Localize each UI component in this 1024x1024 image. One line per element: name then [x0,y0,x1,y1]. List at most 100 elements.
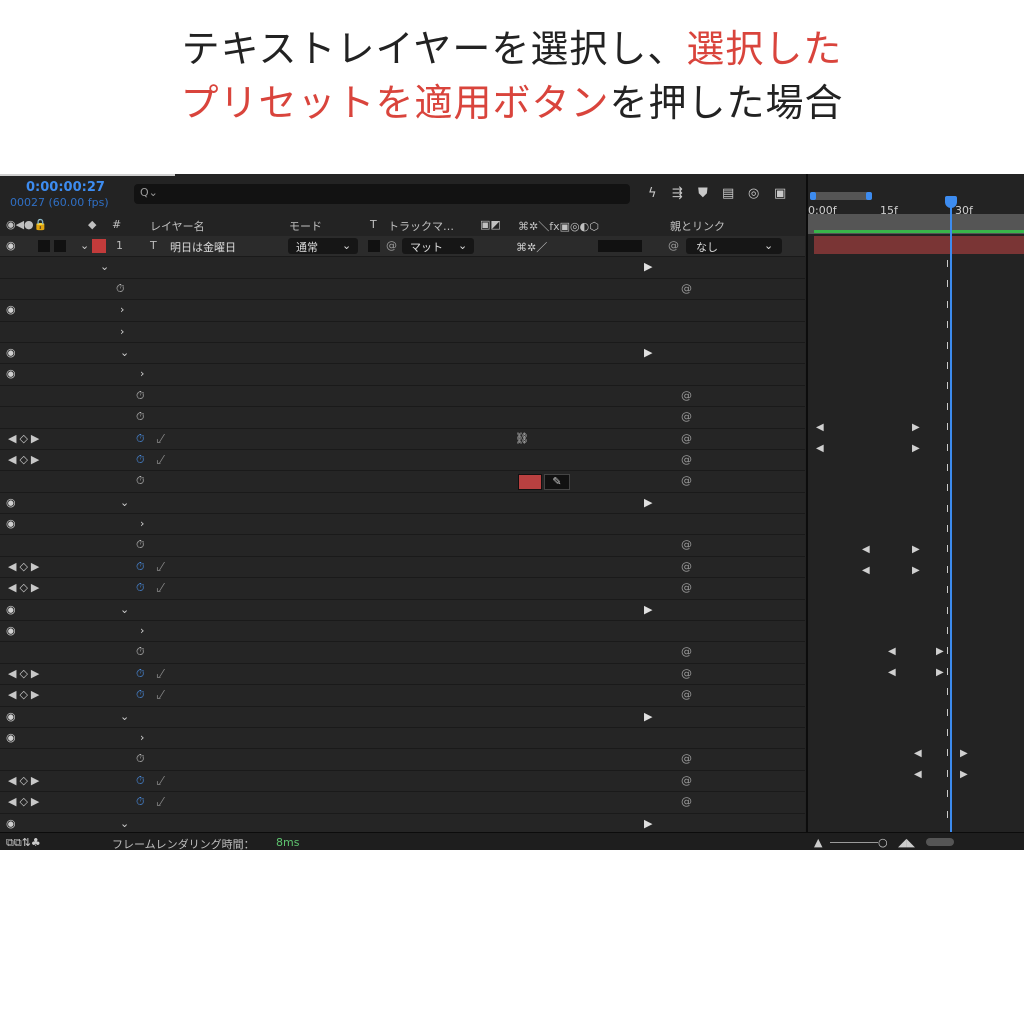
chevron-down-icon[interactable]: ⌄ [120,496,129,509]
keyframe-icon[interactable]: ▶ [960,748,968,759]
pick-whip-icon[interactable]: @ [668,239,679,252]
keyframe-navigator-icon[interactable]: ◀◇▶ [8,453,42,466]
stopwatch-icon[interactable]: ⏱ [136,538,145,552]
stopwatch-icon[interactable]: ⏱ [136,474,145,488]
toggle-switches-icon[interactable]: ⧉⧉⇅♣ [6,836,41,850]
property-row[interactable]: ◀◇▶ ⏱ ⌞⁄ @ [0,663,805,686]
pick-whip-icon[interactable]: @ [681,645,692,658]
chevron-down-icon[interactable]: ⌄ [120,817,129,830]
playhead-handle[interactable] [945,196,957,208]
chevron-right-icon[interactable]: › [140,517,144,530]
lock-box[interactable] [54,240,66,252]
property-row[interactable]: ◀◇▶ ⏱ ⌞⁄ @ [0,556,805,579]
constrain-link-icon[interactable]: ⛓ [515,432,529,445]
chevron-down-icon[interactable]: ⌄ [80,239,89,252]
zoom-slider-handle[interactable]: ○ [878,836,888,849]
zoom-out-icon[interactable]: ▲ [814,836,822,849]
pick-whip-icon[interactable]: @ [681,667,692,680]
chevron-down-icon[interactable]: ⌄ [120,710,129,723]
chevron-right-icon[interactable]: › [120,325,124,338]
pick-whip-icon[interactable]: @ [681,538,692,551]
color-swatch[interactable] [518,474,542,491]
chevron-right-icon[interactable]: › [140,731,144,744]
eye-icon[interactable]: ◉ [6,303,16,316]
property-row[interactable]: ◀◇▶ ⏱ ⌞⁄ @ [0,449,805,472]
keyframe-icon[interactable]: ▶ [936,667,944,678]
pick-whip-icon[interactable]: @ [681,282,692,295]
stopwatch-active-icon[interactable]: ⏱ [136,581,145,595]
pick-whip-icon[interactable]: @ [681,410,692,423]
keyframe-icon[interactable]: ◀ [816,443,824,454]
stopwatch-active-icon[interactable]: ⏱ [136,774,145,788]
chevron-down-icon[interactable]: ⌄ [120,603,129,616]
graph-icon[interactable]: ⌞⁄ [156,774,163,787]
property-row[interactable]: ⏱ @ [0,407,805,429]
pick-whip-icon[interactable]: @ [681,774,692,787]
stopwatch-active-icon[interactable]: ⏱ [136,560,145,574]
stopwatch-icon[interactable]: ⏱ [136,752,145,766]
label-icon[interactable]: ◆ [88,218,96,231]
eyedropper-icon[interactable]: ✎ [544,474,570,491]
property-row[interactable]: ◉ ⌄ ▶ [0,706,805,728]
pick-whip-icon[interactable]: @ [681,688,692,701]
property-row[interactable]: ⏱ @ [0,385,805,408]
property-row[interactable]: ◉ ⌄ ▶ [0,342,805,365]
stopwatch-icon[interactable]: ⏱ [116,282,125,296]
eye-icon[interactable]: ◉ [6,239,16,252]
property-row[interactable]: ◉› [0,300,805,322]
motion-blur-icon[interactable]: ▤ [722,186,734,201]
property-row[interactable]: ◀◇▶ ⏱ ⌞⁄ @ [0,770,805,793]
stopwatch-icon[interactable]: ⏱ [136,389,145,403]
current-time[interactable]: 0:00:00:27 [26,180,105,195]
keyframe-icon[interactable]: ◀ [888,646,896,657]
solo-box[interactable] [38,240,50,252]
graph-icon[interactable]: ⌞⁄ [156,432,163,445]
draft-3d-icon[interactable]: ϟ [648,186,657,201]
keyframe-navigator-icon[interactable]: ◀◇▶ [8,688,42,701]
stopwatch-active-icon[interactable]: ⏱ [136,453,145,467]
pick-whip-icon[interactable]: @ [681,453,692,466]
keyframe-icon[interactable]: ◀ [914,748,922,759]
chevron-right-icon[interactable]: › [140,367,144,380]
navigator-start-handle[interactable] [810,192,816,200]
chevron-right-icon[interactable]: › [140,624,144,637]
property-row[interactable]: › [0,321,805,343]
timeline-area[interactable]: 0:00f 15f 30f I I I I I I I I I ◀ ▶ I ◀ ▶ I I I I I ◀ ▶ I ◀ ▶ I I… [806,174,1024,850]
graph-icon[interactable]: ⌞⁄ [156,688,163,701]
property-row[interactable]: ⌄ ▶ [0,257,805,279]
add-menu-button[interactable]: ▶ [644,817,652,830]
layer-duration-bar[interactable] [814,236,1024,254]
property-row[interactable]: ⏱ ✎ @ [0,471,805,493]
stopwatch-active-icon[interactable]: ⏱ [136,688,145,702]
playhead-line[interactable] [950,196,952,836]
property-row[interactable]: ◀◇▶ ⏱ ⌞⁄ @ [0,792,805,814]
stopwatch-active-icon[interactable]: ⏱ [136,667,145,681]
keyframe-navigator-icon[interactable]: ◀◇▶ [8,667,42,680]
add-menu-button[interactable]: ▶ [644,496,652,509]
stopwatch-icon[interactable]: ⏱ [136,410,145,424]
property-row[interactable]: ◀◇▶ ⏱ ⌞⁄ ⛓ @ [0,428,805,450]
keyframe-icon[interactable]: ▶ [960,769,968,780]
property-row[interactable]: ◉ ⌄ ▶ [0,599,805,622]
pick-whip-icon[interactable]: @ [681,432,692,445]
add-menu-button[interactable]: ▶ [644,260,652,273]
keyframe-icon[interactable]: ▶ [912,422,920,433]
graph-editor-icon[interactable]: ◎ [748,186,759,201]
keyframe-icon[interactable]: ◀ [862,565,870,576]
graph-icon[interactable]: ⌞⁄ [156,581,163,594]
comp-flowchart-icon[interactable]: ▣ [774,186,786,201]
keyframe-navigator-icon[interactable]: ◀◇▶ [8,560,42,573]
property-row[interactable]: ◀◇▶ ⏱ ⌞⁄ @ [0,685,805,707]
column-track-matte[interactable]: トラックマ… [388,218,454,234]
pick-whip-icon[interactable]: @ [681,560,692,573]
stopwatch-icon[interactable]: ⏱ [136,645,145,659]
time-ruler[interactable]: 0:00f 15f 30f [808,184,1024,217]
keyframe-icon[interactable]: ▶ [912,544,920,555]
shy-icon[interactable]: ⇶ [672,186,683,201]
property-row[interactable]: ⏱ @ [0,642,805,664]
eye-icon[interactable]: ◉ [6,731,16,744]
eye-icon[interactable]: ◉ [6,603,16,616]
keyframe-icon[interactable]: ◀ [862,544,870,555]
property-row[interactable]: ◉ ⌄ ▶ [0,492,805,515]
eye-icon[interactable]: ◉ [6,817,16,830]
